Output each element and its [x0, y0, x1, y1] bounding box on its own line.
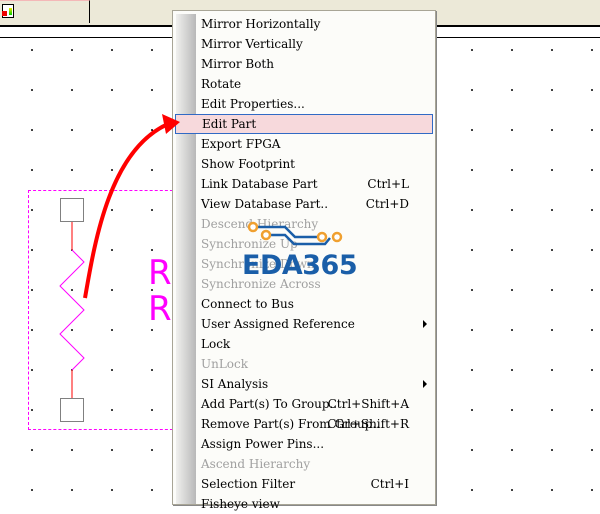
menu-item-mirror-horizontally[interactable]: Mirror Horizontally	[197, 14, 433, 34]
menu-item-shortcut: Ctrl+Shift+R	[327, 417, 409, 431]
menu-icon-strip	[176, 14, 196, 504]
menu-item-si-analysis[interactable]: SI Analysis	[197, 374, 433, 394]
watermark-text: EDA365	[242, 250, 358, 281]
menu-item-connect-to-bus[interactable]: Connect to Bus	[197, 294, 433, 314]
menu-item-label: Lock	[201, 337, 231, 351]
submenu-arrow-icon	[423, 380, 427, 388]
menu-item-label: View Database Part..	[201, 197, 329, 211]
menu-item-shortcut: Ctrl+L	[367, 177, 409, 191]
menu-item-shortcut: Ctrl+I	[370, 477, 409, 491]
menu-item-label: Connect to Bus	[201, 297, 294, 311]
menu-item-edit-properties[interactable]: Edit Properties...	[197, 94, 433, 114]
menu-item-label: Assign Power Pins...	[201, 437, 325, 451]
resistor-pin-2[interactable]	[60, 398, 84, 422]
menu-item-link-database-part[interactable]: Link Database Part Ctrl+L	[197, 174, 433, 194]
menu-item-label: Mirror Vertically	[201, 37, 303, 51]
menu-item-label: Show Footprint	[201, 157, 296, 171]
menu-item-label: Ascend Hierarchy	[201, 457, 311, 471]
menu-item-label: Link Database Part	[201, 177, 318, 191]
menu-item-remove-part-s-from-group[interactable]: Remove Part(s) From Group.. Ctrl+Shift+R	[197, 414, 433, 434]
eda365-watermark-logo: EDA365	[240, 218, 360, 282]
menu-item-label: User Assigned Reference	[201, 317, 355, 331]
menu-item-rotate[interactable]: Rotate	[197, 74, 433, 94]
menu-item-show-footprint[interactable]: Show Footprint	[197, 154, 433, 174]
menu-item-view-database-part[interactable]: View Database Part.. Ctrl+D	[197, 194, 433, 214]
menu-item-shortcut: Ctrl+D	[365, 197, 409, 211]
menu-item-label: Fisheye view	[201, 497, 280, 511]
menu-item-mirror-both[interactable]: Mirror Both	[197, 54, 433, 74]
menu-item-unlock: UnLock	[197, 354, 433, 374]
reference-designator: R	[148, 253, 172, 293]
submenu-arrow-icon	[423, 320, 427, 328]
menu-item-label: Export FPGA	[201, 137, 281, 151]
part-value: R	[148, 289, 172, 329]
menu-item-label: Add Part(s) To Group..	[201, 397, 338, 411]
menu-item-selection-filter[interactable]: Selection Filter Ctrl+I	[197, 474, 433, 494]
menu-item-fisheye-view[interactable]: Fisheye view	[197, 494, 433, 514]
menu-item-export-fpga[interactable]: Export FPGA	[197, 134, 433, 154]
menu-item-label: Mirror Both	[201, 57, 274, 71]
menu-item-label: SI Analysis	[201, 377, 269, 391]
menu-item-label: Edit Properties...	[201, 97, 305, 111]
menu-item-user-assigned-reference[interactable]: User Assigned Reference	[197, 314, 433, 334]
menu-item-mirror-vertically[interactable]: Mirror Vertically	[197, 34, 433, 54]
menu-item-add-part-s-to-group[interactable]: Add Part(s) To Group.. Ctrl+Shift+A	[197, 394, 433, 414]
menu-item-label: Selection Filter	[201, 477, 296, 491]
menu-item-ascend-hierarchy: Ascend Hierarchy	[197, 454, 433, 474]
menu-item-lock[interactable]: Lock	[197, 334, 433, 354]
resistor-pin-1[interactable]	[60, 198, 84, 222]
menu-item-shortcut: Ctrl+Shift+A	[327, 397, 409, 411]
menu-item-label: Rotate	[201, 77, 242, 91]
menu-item-edit-part[interactable]: Edit Part	[175, 114, 433, 134]
menu-item-label: UnLock	[201, 357, 249, 371]
menu-item-label: Edit Part	[202, 117, 257, 131]
menu-item-assign-power-pins[interactable]: Assign Power Pins...	[197, 434, 433, 454]
menu-item-label: Mirror Horizontally	[201, 17, 321, 31]
